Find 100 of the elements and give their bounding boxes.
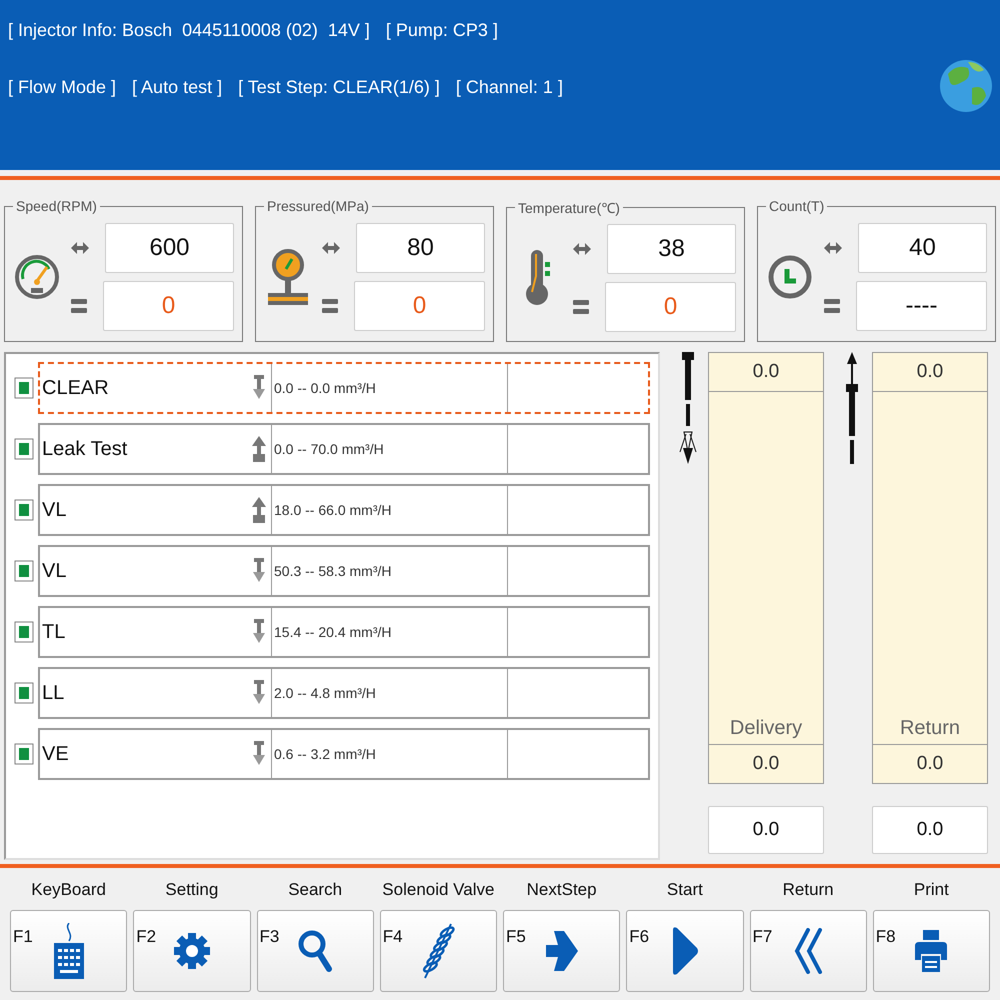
- set-value: 40: [858, 222, 987, 272]
- equals-icon: [824, 298, 840, 314]
- settings-icon: [174, 933, 210, 969]
- function-key: F5: [506, 927, 526, 947]
- step-name: LL: [42, 682, 64, 704]
- step-range: 15.4 -- 20.4 mm³/H: [274, 624, 392, 640]
- test-step-row[interactable]: VL 18.0 -- 66.0 mm³/H: [38, 484, 650, 536]
- function-label: Start: [666, 880, 703, 900]
- header-info: [ Test Step: CLEAR(1/6) ]: [238, 77, 440, 98]
- function-key: F6: [629, 927, 650, 947]
- function-label: Setting: [165, 880, 218, 900]
- play-icon: [670, 926, 699, 976]
- step-name: Leak Test: [42, 438, 128, 460]
- equals-icon: [573, 299, 589, 315]
- header-info: [ Flow Mode ]: [8, 77, 116, 98]
- actual-value: 0: [354, 280, 485, 330]
- down-arrow-icon: [251, 375, 267, 401]
- up-arrow-icon: [251, 497, 267, 523]
- test-step-row[interactable]: VL 50.3 -- 58.3 mm³/H: [38, 545, 650, 597]
- function-button[interactable]: F2: [133, 910, 250, 992]
- status-indicator-icon: [14, 499, 34, 521]
- step-name: CLEAR: [42, 376, 109, 400]
- function-key: F8: [876, 927, 896, 947]
- function-label: Solenoid Valve: [382, 880, 494, 900]
- function-button[interactable]: F4: [380, 910, 497, 992]
- set-value: 600: [105, 222, 234, 272]
- function-button[interactable]: F5: [503, 910, 620, 992]
- header-info: [ Pump: CP3 ]: [386, 20, 498, 41]
- meter-top-value: 0.0: [752, 360, 780, 384]
- function-key: F3: [260, 927, 280, 947]
- double-arrow-icon: [71, 242, 89, 254]
- step-name: VL: [42, 498, 66, 522]
- actual-value: 0: [103, 280, 234, 330]
- function-key: F7: [752, 927, 772, 947]
- gauge-label: Temperature(℃): [517, 199, 621, 217]
- up-arrow-icon: [251, 436, 267, 462]
- meter-bottom-value: 0.0: [752, 752, 780, 776]
- meter-top-value: 0.0: [916, 360, 944, 384]
- function-button[interactable]: F6: [626, 910, 744, 992]
- double-arrow-icon: [824, 242, 842, 254]
- step-range: 0.0 -- 0.0 mm³/H: [274, 380, 376, 396]
- status-indicator-icon: [14, 560, 34, 582]
- down-arrow-icon: [251, 558, 267, 584]
- function-label: Print: [914, 880, 949, 900]
- function-label: Return: [782, 880, 834, 900]
- injector-down-icon: [678, 352, 698, 464]
- gauge-label: Speed(RPM): [15, 198, 98, 214]
- function-button[interactable]: F3: [256, 910, 374, 992]
- double-chevron-left-icon: [794, 928, 822, 974]
- function-button[interactable]: F8: [872, 910, 990, 992]
- step-name: VE: [42, 742, 69, 766]
- test-step-row[interactable]: Leak Test 0.0 -- 70.0 mm³/H: [38, 423, 650, 475]
- gauge-label: Count(T): [768, 198, 826, 214]
- keyboard-icon: [52, 923, 86, 979]
- function-label: NextStep: [526, 880, 597, 900]
- step-name: TL: [42, 620, 66, 644]
- function-label: Search: [288, 880, 342, 900]
- function-button[interactable]: F1: [10, 910, 128, 992]
- status-indicator-icon: [14, 682, 34, 704]
- step-range: 2.0 -- 4.8 mm³/H: [274, 685, 376, 701]
- test-step-row[interactable]: LL 2.0 -- 4.8 mm³/H: [38, 667, 650, 719]
- set-value: 80: [356, 222, 485, 272]
- step-range: 0.6 -- 3.2 mm³/H: [274, 746, 376, 762]
- function-key: F4: [382, 927, 403, 947]
- equals-icon: [71, 298, 87, 314]
- test-step-row[interactable]: CLEAR 0.0 -- 0.0 mm³/H: [38, 362, 650, 414]
- function-key: F1: [13, 927, 33, 947]
- status-indicator-icon: [14, 438, 34, 460]
- test-step-row[interactable]: TL 15.4 -- 20.4 mm³/H: [38, 606, 650, 658]
- header-info: [ Auto test ]: [132, 77, 222, 98]
- header-info: [ Channel: 1 ]: [456, 77, 563, 98]
- status-indicator-icon: [14, 377, 34, 399]
- double-arrow-icon: [322, 242, 340, 254]
- printer-icon: [915, 930, 948, 972]
- header-info: [ Injector Info: Bosch 0445110008 (02) 14V ]: [8, 20, 370, 41]
- equals-icon: [322, 298, 338, 314]
- step-range: 0.0 -- 70.0 mm³/H: [274, 441, 384, 457]
- step-range: 50.3 -- 58.3 mm³/H: [274, 563, 392, 579]
- test-step-row[interactable]: VE 0.6 -- 3.2 mm³/H: [38, 728, 650, 780]
- status-indicator-icon: [14, 743, 34, 765]
- step-range: 18.0 -- 66.0 mm³/H: [274, 502, 392, 518]
- meter-field-value: 0.0: [872, 806, 988, 854]
- gauge-label: Pressured(MPa): [266, 198, 370, 214]
- down-arrow-icon: [251, 619, 267, 645]
- meter-bottom-value: 0.0: [916, 752, 944, 776]
- coil-icon: [421, 922, 456, 980]
- set-value: 38: [607, 224, 736, 274]
- meter-field-value: 0.0: [708, 806, 824, 854]
- right-arrow-icon: [546, 931, 578, 971]
- step-name: VL: [42, 560, 66, 582]
- function-button[interactable]: F7: [750, 910, 867, 992]
- function-label: KeyBoard: [31, 880, 106, 900]
- down-arrow-icon: [251, 680, 267, 706]
- actual-value: ----: [856, 280, 987, 330]
- down-arrow-icon: [251, 741, 267, 767]
- status-indicator-icon: [14, 621, 34, 643]
- double-arrow-icon: [573, 243, 591, 255]
- meter-label: Return: [873, 717, 987, 745]
- actual-value: 0: [605, 282, 736, 332]
- search-icon: [297, 929, 334, 973]
